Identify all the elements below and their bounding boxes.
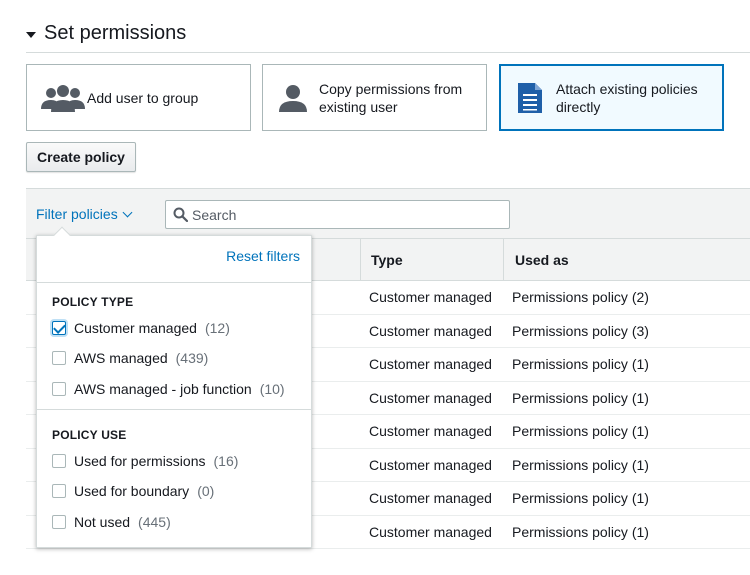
checkbox-checked[interactable] — [52, 321, 66, 335]
cell-type: Customer managed — [369, 356, 492, 372]
filter-option-label: Used for permissions — [74, 453, 206, 469]
cell-type: Customer managed — [369, 523, 492, 540]
cell-used-as: Permissions policy (1) — [512, 389, 649, 406]
card-label: Add user to group — [87, 89, 199, 106]
popover-divider — [37, 282, 311, 283]
cell-type: Customer managed — [369, 289, 492, 305]
filter-option-count: (0) — [197, 483, 215, 499]
reset-filters-link[interactable]: Reset filters — [226, 248, 300, 264]
cell-used-as: Permissions policy (2) — [512, 289, 649, 305]
cell-used-as: Permissions policy (1) — [512, 423, 649, 439]
cell-used-as: Permissions policy (1) — [512, 356, 649, 372]
checkbox[interactable] — [52, 351, 66, 365]
filter-aws-managed[interactable]: AWS managed (439) — [52, 350, 208, 366]
section-header[interactable]: Set permissions — [26, 22, 186, 45]
document-icon — [500, 81, 556, 115]
user-group-icon — [27, 83, 87, 113]
filter-option-label: AWS managed - job function — [74, 381, 252, 397]
filter-option-label: Customer managed — [74, 320, 197, 336]
card-label: Copy permissions from existing user — [319, 80, 463, 115]
cell-used-as: Permissions policy (1) — [512, 523, 649, 540]
table-toolbar: Filter policies — [26, 188, 750, 239]
policy-use-heading: POLICY USE — [52, 428, 127, 442]
filter-option-label: Not used — [74, 514, 131, 530]
add-user-to-group-card[interactable]: Add user to group — [26, 64, 251, 131]
cell-type: Customer managed — [369, 389, 492, 406]
filter-policies-toggle[interactable]: Filter policies — [36, 206, 133, 222]
attach-policies-card[interactable]: Attach existing policies directly — [499, 64, 724, 131]
checkbox[interactable] — [52, 382, 66, 396]
card-label: Attach existing policies directly — [556, 80, 698, 115]
user-icon — [263, 83, 319, 113]
filter-used-for-boundary[interactable]: Used for boundary (0) — [52, 483, 214, 499]
column-header-used-as[interactable]: Used as — [515, 252, 569, 268]
filter-popover: Reset filters POLICY TYPE Customer manag… — [36, 235, 312, 548]
popover-divider — [37, 409, 311, 410]
copy-permissions-card[interactable]: Copy permissions from existing user — [262, 64, 487, 131]
policy-type-heading: POLICY TYPE — [52, 295, 134, 309]
cell-type: Customer managed — [369, 456, 492, 473]
checkbox[interactable] — [52, 515, 66, 529]
filter-option-count: (439) — [175, 350, 209, 366]
cell-type: Customer managed — [369, 423, 492, 439]
checkbox[interactable] — [52, 454, 66, 468]
filter-customer-managed[interactable]: Customer managed (12) — [52, 320, 230, 336]
filter-option-count: (16) — [213, 453, 239, 469]
filter-used-for-permissions[interactable]: Used for permissions (16) — [52, 453, 238, 469]
search-input[interactable] — [188, 206, 488, 223]
filter-option-count: (12) — [204, 320, 230, 336]
cell-used-as: Permissions policy (1) — [512, 490, 649, 506]
cell-type: Customer managed — [369, 322, 492, 339]
section-title: Set permissions — [44, 22, 187, 44]
caret-down-icon — [26, 31, 36, 38]
cell-used-as: Permissions policy (1) — [512, 456, 649, 473]
filter-not-used[interactable]: Not used (445) — [52, 514, 171, 530]
chevron-down-icon — [122, 207, 133, 217]
search-box[interactable] — [165, 200, 510, 229]
filter-option-count: (445) — [138, 514, 171, 530]
filter-option-label: Used for boundary — [74, 483, 190, 499]
column-header-type[interactable]: Type — [371, 252, 403, 268]
column-divider — [360, 239, 361, 281]
create-policy-button[interactable]: Create policy — [26, 142, 136, 172]
section-divider — [26, 52, 750, 53]
cell-used-as: Permissions policy (3) — [512, 322, 649, 339]
checkbox[interactable] — [52, 484, 66, 498]
search-icon — [173, 207, 188, 222]
column-divider — [503, 239, 504, 281]
filter-label: Filter policies — [36, 206, 118, 222]
cell-type: Customer managed — [369, 490, 492, 506]
filter-option-count: (10) — [259, 381, 285, 397]
filter-option-label: AWS managed — [74, 350, 168, 366]
filter-aws-managed-job-function[interactable]: AWS managed - job function (10) — [52, 381, 285, 397]
